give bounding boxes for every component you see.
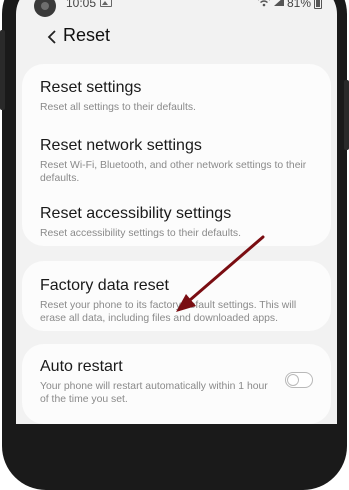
battery-icon <box>314 0 322 9</box>
app-header: Reset <box>16 22 337 52</box>
front-camera <box>34 0 56 17</box>
item-title: Reset settings <box>40 79 142 96</box>
power-button <box>344 80 349 150</box>
reset-options-card: Reset settings Reset all settings to the… <box>22 64 331 246</box>
item-title: Factory data reset <box>40 277 169 294</box>
status-time: 10:05 <box>66 0 97 10</box>
item-description: Reset all settings to their defaults. <box>40 102 196 113</box>
image-notification-icon <box>100 0 112 7</box>
item-description: Reset accessibility settings to their de… <box>40 228 241 239</box>
auto-restart-card: Auto restart Your phone will restart aut… <box>22 344 331 424</box>
item-description: Reset your phone to its factory default … <box>40 300 297 324</box>
reset-network-settings-item[interactable]: Reset network settings Reset Wi-Fi, Blue… <box>40 136 315 185</box>
item-description: Your phone will restart automatically wi… <box>40 381 268 405</box>
wifi-icon <box>258 0 270 7</box>
item-title: Reset network settings <box>40 137 202 154</box>
volume-button <box>0 30 5 110</box>
reset-settings-item[interactable]: Reset settings Reset all settings to the… <box>40 78 315 114</box>
auto-restart-toggle[interactable] <box>285 372 313 388</box>
factory-reset-card: Factory data reset Reset your phone to i… <box>22 261 331 331</box>
status-bar: 10:05 81% <box>16 0 337 17</box>
page-title: Reset <box>63 25 111 45</box>
auto-restart-item[interactable]: Auto restart Your phone will restart aut… <box>40 357 271 406</box>
factory-data-reset-item[interactable]: Factory data reset Reset your phone to i… <box>40 276 315 325</box>
phone-frame: 10:05 81% Reset Reset settings Reset all… <box>0 0 349 490</box>
item-title: Auto restart <box>40 358 123 375</box>
item-description: Reset Wi-Fi, Bluetooth, and other networ… <box>40 160 307 184</box>
signal-icon <box>274 0 284 6</box>
battery-percentage: 81% <box>287 0 312 10</box>
item-title: Reset accessibility settings <box>40 205 232 222</box>
reset-accessibility-settings-item[interactable]: Reset accessibility settings Reset acces… <box>40 204 315 240</box>
phone-screen: 10:05 81% Reset Reset settings Reset all… <box>16 0 337 424</box>
